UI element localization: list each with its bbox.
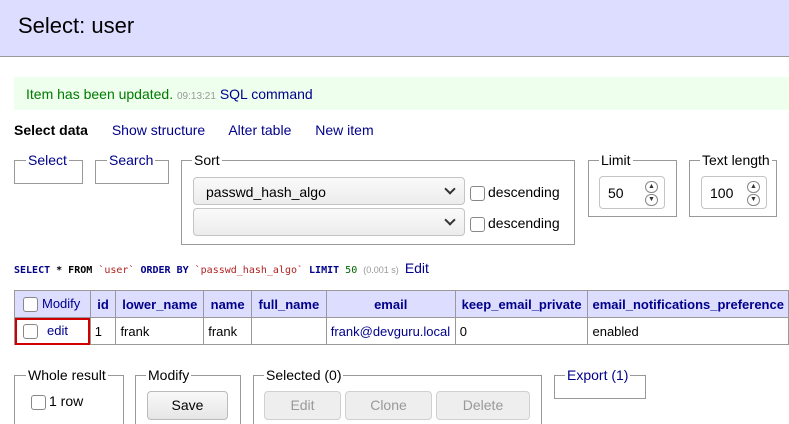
sql-text: * FROM: [50, 265, 99, 276]
select-all-checkbox[interactable]: [23, 297, 38, 313]
descending-checkbox[interactable]: [470, 216, 485, 232]
limit-legend: Limit: [601, 152, 631, 168]
modify-all-link[interactable]: Modify: [42, 296, 80, 311]
sql-command-link[interactable]: SQL command: [220, 86, 313, 102]
text-length-stepper[interactable]: ▲ ▼: [747, 181, 760, 207]
stepper-down-icon[interactable]: ▼: [645, 194, 658, 206]
modify-header: Modify: [14, 290, 91, 318]
alter-table-link[interactable]: Alter table: [228, 122, 291, 138]
page-title: Select: user: [18, 13, 135, 38]
column-header-email[interactable]: email: [325, 290, 456, 318]
row-count-label: 1 row: [49, 393, 84, 409]
column-header-link[interactable]: email_notifications_preference: [593, 297, 784, 312]
new-item-link[interactable]: New item: [315, 122, 373, 138]
row-modify-cell: edit: [14, 317, 91, 345]
all-rows-checkbox[interactable]: [31, 394, 46, 410]
cell-name: frank: [203, 317, 252, 345]
column-header-link[interactable]: keep_email_private: [462, 297, 582, 312]
chevron-down-icon: [444, 214, 456, 226]
whole-result-option[interactable]: 1 row: [31, 393, 83, 410]
stepper-up-icon[interactable]: ▲: [747, 181, 760, 193]
select-data-current: Select data: [14, 122, 88, 138]
success-message: Item has been updated. 09:13:21 SQL comm…: [14, 77, 789, 110]
sort-legend: Sort: [194, 152, 220, 168]
cell-email: frank@devguru.local: [325, 317, 456, 345]
show-structure-link[interactable]: Show structure: [112, 122, 205, 138]
sql-limit-num: 50: [345, 265, 358, 276]
column-header-lower-name[interactable]: lower_name: [115, 290, 205, 318]
email-link[interactable]: frank@devguru.local: [331, 324, 450, 339]
table-header-row: Modify id lower_name name full_name emai…: [14, 290, 789, 318]
stepper-down-icon[interactable]: ▼: [747, 194, 760, 206]
text-length-value: 100: [710, 185, 734, 201]
text-length-legend: Text length: [702, 152, 770, 168]
selected-legend: Selected (0): [266, 367, 342, 383]
column-header-link[interactable]: full_name: [259, 297, 320, 312]
limit-input[interactable]: 50 ▲ ▼: [599, 176, 665, 209]
sql-table: `user`: [98, 265, 135, 276]
sort-column-select[interactable]: passwd_hash_algo: [193, 177, 465, 205]
edit-query-link[interactable]: Edit: [405, 260, 429, 276]
select-columns-link[interactable]: Select: [28, 152, 67, 168]
cell-lower-name: frank: [115, 317, 205, 345]
sort-column-value: passwd_hash_algo: [206, 184, 326, 200]
column-header-link[interactable]: email: [374, 297, 407, 312]
sort-column-select-2[interactable]: [193, 208, 465, 236]
sort-descending-2[interactable]: descending: [470, 215, 560, 232]
column-header-link[interactable]: id: [97, 297, 109, 312]
column-header-link[interactable]: name: [211, 297, 245, 312]
cell-id: 1: [89, 317, 117, 345]
message-text: Item has been updated.: [26, 86, 174, 102]
save-button[interactable]: Save: [147, 391, 228, 420]
sort-descending-1[interactable]: descending: [470, 184, 560, 201]
table-links: Select data Show structure Alter table N…: [14, 122, 394, 138]
message-time: 09:13:21: [177, 91, 216, 102]
limit-stepper[interactable]: ▲ ▼: [645, 181, 658, 207]
delete-button[interactable]: Delete: [436, 391, 530, 420]
sql-time: (0.001 s): [363, 265, 399, 275]
sql-query: SELECT * FROM `user` ORDER BY `passwd_ha…: [14, 260, 429, 276]
row-edit-link[interactable]: edit: [47, 323, 68, 338]
column-header-full-name[interactable]: full_name: [250, 290, 327, 318]
whole-result-legend: Whole result: [28, 367, 106, 383]
column-header-email-notifications[interactable]: email_notifications_preference: [587, 290, 789, 318]
page-header: Select: user: [0, 0, 789, 57]
column-header-name[interactable]: name: [203, 290, 252, 318]
cell-email-notifications: enabled: [587, 317, 789, 345]
chevron-down-icon: [444, 183, 456, 195]
cell-full-name: [250, 317, 327, 345]
clone-button[interactable]: Clone: [345, 391, 432, 420]
limit-value: 50: [608, 185, 624, 201]
cell-keep-email-private: 0: [454, 317, 589, 345]
modify-legend: Modify: [148, 367, 190, 383]
select-fieldset: Select: [14, 152, 83, 184]
descending-label: descending: [488, 215, 560, 231]
text-length-input[interactable]: 100 ▲ ▼: [701, 176, 767, 209]
descending-checkbox[interactable]: [470, 185, 485, 201]
sql-keyword: ORDER BY: [134, 265, 195, 276]
search-fieldset: Search: [95, 152, 169, 184]
sql-keyword: LIMIT: [303, 265, 346, 276]
column-header-id[interactable]: id: [89, 290, 117, 318]
column-header-link[interactable]: lower_name: [122, 297, 197, 312]
table-row: edit 1 frank frank frank@devguru.local 0…: [14, 317, 789, 345]
edit-button[interactable]: Edit: [264, 391, 341, 420]
sql-column: `passwd_hash_algo`: [194, 265, 304, 276]
results-table: Modify id lower_name name full_name emai…: [14, 290, 789, 345]
stepper-up-icon[interactable]: ▲: [645, 181, 658, 193]
descending-label: descending: [488, 184, 560, 200]
search-link[interactable]: Search: [109, 152, 153, 168]
row-checkbox[interactable]: [23, 324, 38, 340]
export-fieldset: Export (1): [554, 367, 646, 399]
column-header-keep-email-private[interactable]: keep_email_private: [454, 290, 589, 318]
export-link[interactable]: Export (1): [567, 367, 628, 383]
sql-keyword: SELECT: [14, 265, 51, 276]
